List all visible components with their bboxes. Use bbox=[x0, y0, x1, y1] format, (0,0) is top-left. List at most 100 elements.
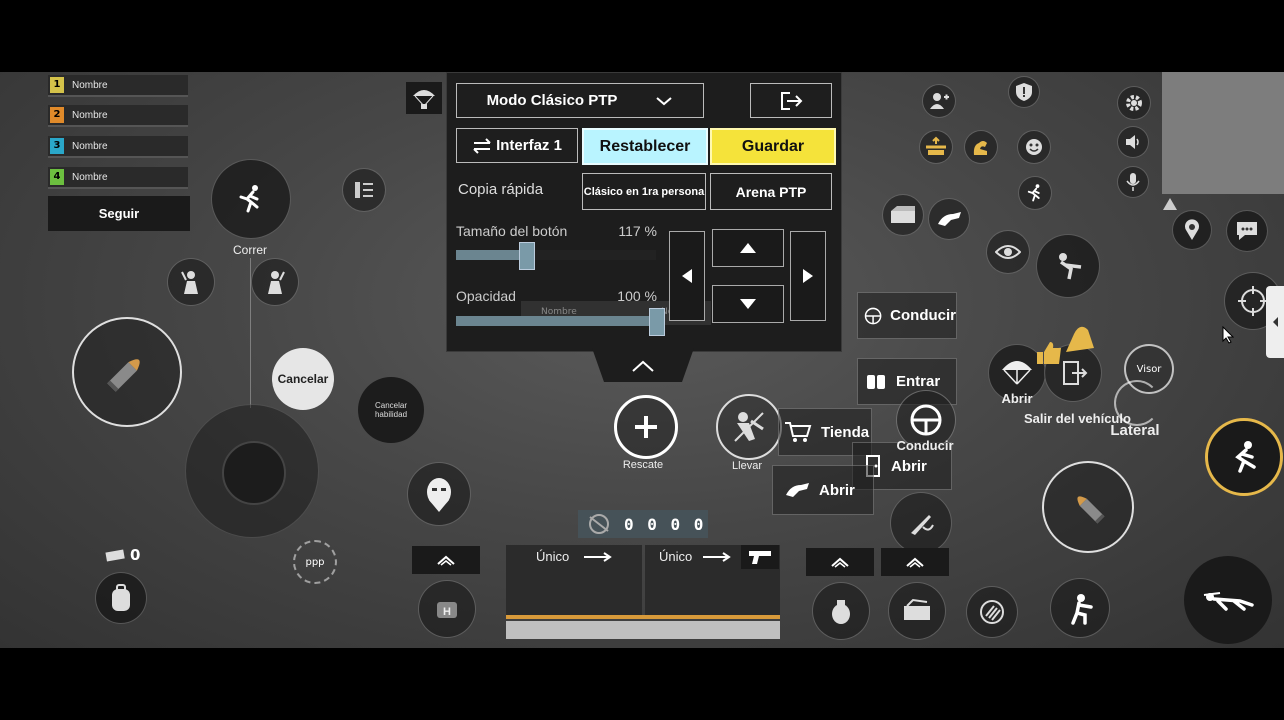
crate-button[interactable] bbox=[882, 194, 924, 236]
slider-knob[interactable] bbox=[649, 308, 665, 336]
preset-arena-button[interactable]: Arena PTP bbox=[710, 173, 832, 210]
swap-icon bbox=[473, 137, 491, 154]
fire-mode-arrow-icon bbox=[584, 552, 612, 562]
chevron-left-icon bbox=[1273, 317, 1278, 327]
team-member-2[interactable]: 2 Nombre bbox=[48, 105, 188, 127]
seat-icon bbox=[867, 374, 885, 389]
weapon-bar-base bbox=[506, 621, 780, 639]
grenade-icon bbox=[832, 600, 850, 624]
throwable-expand-button[interactable] bbox=[806, 548, 874, 576]
aim-mode-label: Visor bbox=[1136, 363, 1162, 375]
shield-button[interactable] bbox=[1008, 76, 1040, 108]
steering-wheel-icon bbox=[864, 307, 882, 324]
weapon-slot-1[interactable]: Único bbox=[506, 545, 642, 615]
fire-button-left[interactable] bbox=[72, 317, 182, 427]
jump-button[interactable] bbox=[1205, 418, 1283, 496]
lean-right-button[interactable] bbox=[251, 258, 299, 306]
cancel-skill-button[interactable]: Cancelar habilidad bbox=[358, 377, 424, 443]
medkit-icon: H bbox=[437, 602, 457, 618]
bullet-stack-button[interactable] bbox=[966, 586, 1018, 638]
interface-label: Interfaz 1 bbox=[496, 137, 562, 154]
airdrop-icon[interactable] bbox=[406, 82, 442, 114]
weapon-bar-accent bbox=[506, 615, 780, 619]
team-member-name: Nombre bbox=[72, 79, 108, 91]
map-toggle-button[interactable] bbox=[342, 168, 386, 212]
prone-button[interactable] bbox=[1184, 556, 1272, 644]
sprint-button[interactable] bbox=[211, 159, 291, 239]
nudge-up-button[interactable] bbox=[712, 229, 784, 267]
mode-dropdown[interactable]: Modo Clásico PTP bbox=[456, 83, 704, 118]
heal-expand-button[interactable] bbox=[412, 546, 480, 574]
grenade-button[interactable] bbox=[812, 582, 870, 640]
joystick-thumb[interactable] bbox=[222, 441, 286, 505]
gear-icon bbox=[1126, 95, 1142, 111]
drive-button[interactable]: Conducir bbox=[857, 292, 957, 339]
speaker-button[interactable] bbox=[1117, 126, 1149, 158]
cancel-button[interactable]: Cancelar bbox=[272, 348, 334, 410]
auto-run-button[interactable] bbox=[1018, 176, 1052, 210]
weapon-slot-2[interactable]: Único bbox=[645, 545, 780, 615]
heal-button[interactable]: H bbox=[418, 580, 476, 638]
opacity-slider[interactable] bbox=[456, 308, 665, 336]
fire-button-right[interactable] bbox=[1042, 461, 1134, 553]
marker-button[interactable] bbox=[919, 130, 953, 164]
microphone-button[interactable] bbox=[1117, 166, 1149, 198]
lean-left-button[interactable] bbox=[167, 258, 215, 306]
enter-label: Entrar bbox=[896, 373, 941, 390]
slider-knob[interactable] bbox=[519, 242, 535, 270]
melee-swap-button[interactable] bbox=[890, 492, 952, 554]
panel-collapse-button[interactable] bbox=[592, 348, 694, 384]
vehicle-item-expand-button[interactable] bbox=[881, 548, 949, 576]
hand-grab-icon bbox=[938, 212, 961, 226]
ppp-button[interactable]: ppp bbox=[293, 540, 337, 584]
parachute-icon bbox=[1002, 361, 1032, 385]
settings-button[interactable] bbox=[1117, 86, 1151, 120]
button-size-slider[interactable] bbox=[456, 242, 656, 270]
emote-button[interactable] bbox=[407, 462, 471, 526]
peek-fire-button[interactable] bbox=[1036, 234, 1100, 298]
crouch-button[interactable] bbox=[1050, 578, 1110, 638]
movement-joystick[interactable] bbox=[185, 404, 319, 538]
sprint-lock-line bbox=[250, 258, 251, 408]
follow-button[interactable]: Seguir bbox=[48, 196, 190, 231]
free-look-button[interactable] bbox=[986, 230, 1030, 274]
team-number-badge: 2 bbox=[50, 107, 64, 123]
exit-button[interactable] bbox=[750, 83, 832, 118]
team-member-4[interactable]: 4 Nombre bbox=[48, 167, 188, 189]
side-drawer-handle[interactable] bbox=[1266, 286, 1284, 358]
pistol-slot[interactable] bbox=[741, 545, 779, 569]
triangle-right-icon bbox=[803, 269, 813, 283]
team-number-badge: 1 bbox=[50, 77, 64, 93]
cash-indicator: 0 bbox=[104, 546, 140, 564]
shop-cart-icon bbox=[785, 422, 812, 442]
chat-button[interactable] bbox=[1226, 210, 1268, 252]
emoji-button[interactable] bbox=[1017, 130, 1051, 164]
interface-button[interactable]: Interfaz 1 bbox=[456, 128, 578, 163]
ammo-type-icon bbox=[589, 514, 609, 534]
smiley-icon bbox=[1026, 139, 1042, 155]
open-hand-button[interactable]: Abrir bbox=[772, 465, 874, 515]
nudge-right-button[interactable] bbox=[790, 231, 826, 321]
save-button[interactable]: Guardar bbox=[710, 128, 836, 165]
preset-first-person-button[interactable]: Clásico en 1ra persona bbox=[582, 173, 706, 210]
carry-button[interactable] bbox=[716, 394, 782, 460]
layout-settings-panel: Modo Clásico PTP Interfaz 1 Restablecer … bbox=[446, 72, 842, 352]
gesture-button[interactable] bbox=[964, 130, 998, 164]
minimap[interactable] bbox=[1162, 72, 1284, 194]
rescue-button[interactable] bbox=[614, 395, 678, 459]
lateral-switch-button[interactable] bbox=[1114, 380, 1160, 426]
pickup-hand-button[interactable] bbox=[928, 198, 970, 240]
add-friend-button[interactable] bbox=[922, 84, 956, 118]
team-member-3[interactable]: 3 Nombre bbox=[48, 136, 188, 158]
nudge-left-button[interactable] bbox=[669, 231, 705, 321]
soldier-aim-icon bbox=[1059, 253, 1082, 280]
reset-button[interactable]: Restablecer bbox=[582, 128, 708, 165]
backpack-button[interactable] bbox=[95, 572, 147, 624]
marker-up-icon bbox=[926, 136, 946, 155]
team-member-1[interactable]: 1 Nombre bbox=[48, 75, 188, 97]
ammo-box-button[interactable] bbox=[888, 582, 946, 640]
nudge-down-button[interactable] bbox=[712, 285, 784, 323]
sprint-label: Correr bbox=[232, 243, 267, 257]
location-button[interactable] bbox=[1172, 210, 1212, 250]
plus-icon bbox=[635, 416, 657, 438]
